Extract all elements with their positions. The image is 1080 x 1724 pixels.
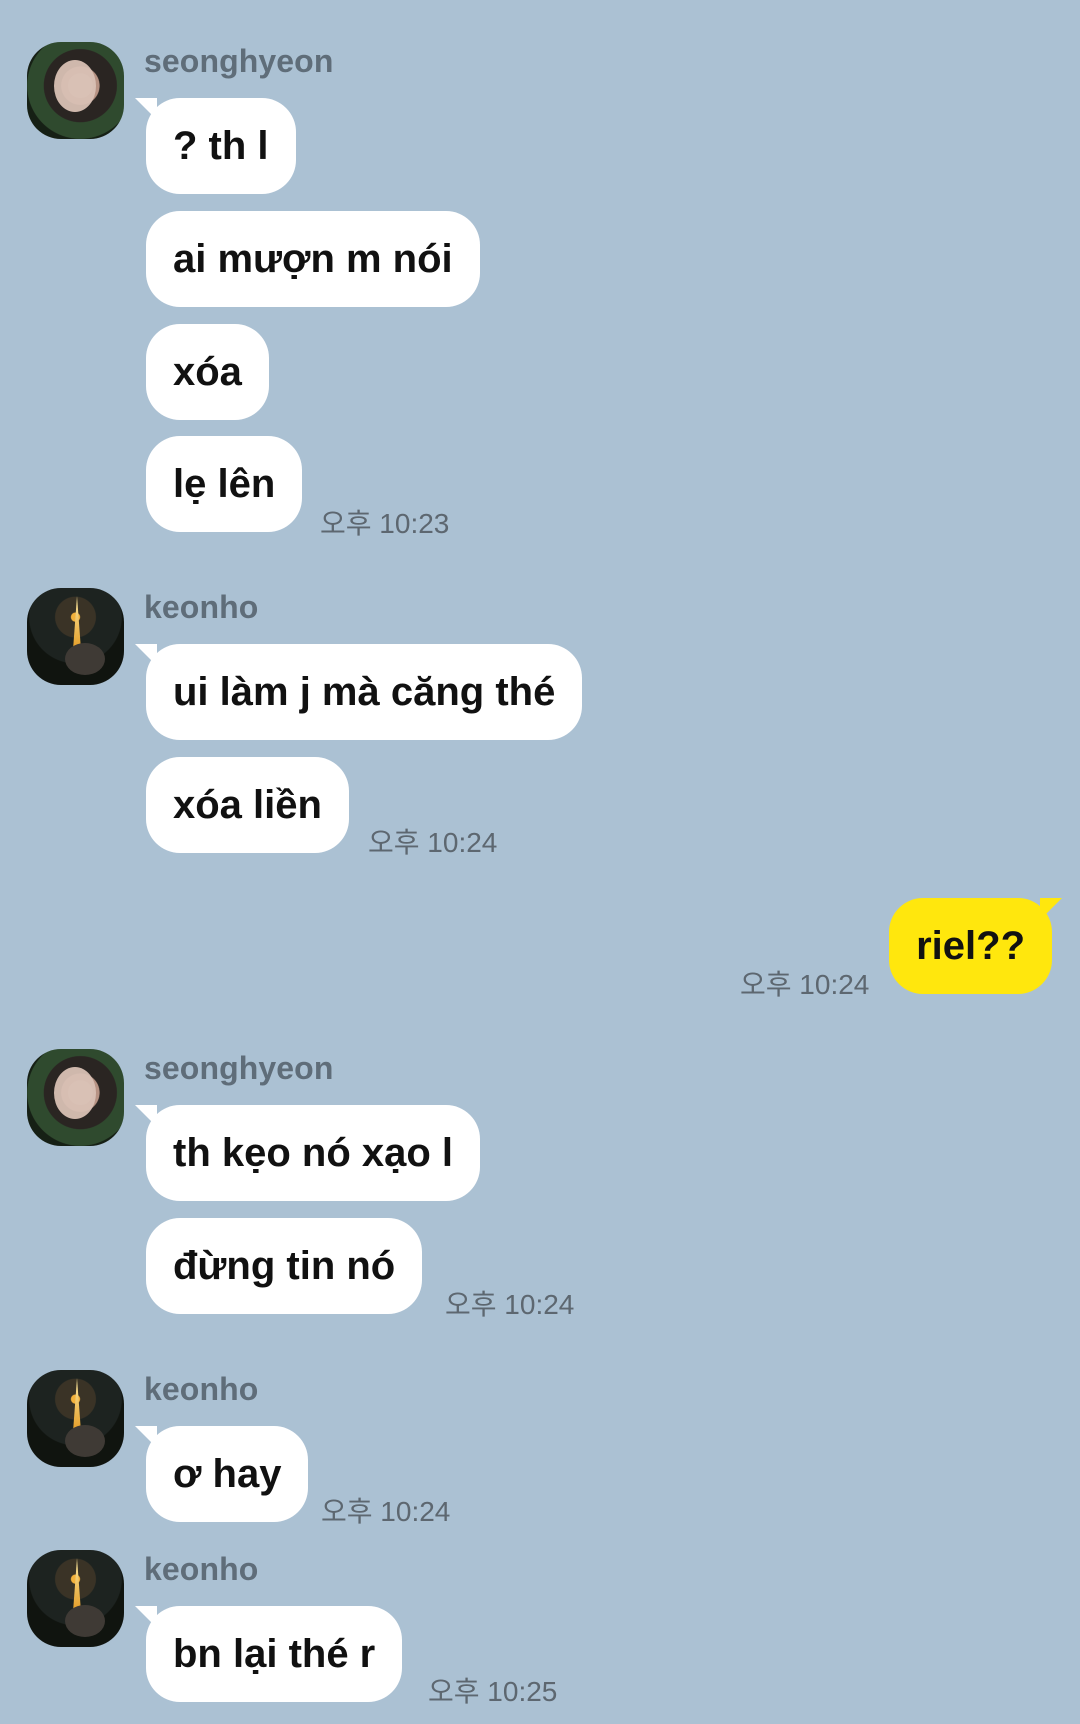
- chat-thread: seonghyeon ? th l ai mượn m nói xóa lẹ l…: [0, 0, 1080, 1724]
- message-group-seonghyeon: seonghyeon th kẹo nó xạo l đừng tin nó 오…: [0, 1049, 1080, 1327]
- avatar[interactable]: [27, 42, 124, 139]
- message-bubble[interactable]: lẹ lên: [146, 436, 303, 532]
- message-bubble[interactable]: đừng tin nó: [146, 1218, 423, 1314]
- message-group-keonho: keonho bn lại thé r 오후 10:25: [0, 1550, 1080, 1707]
- message-bubble[interactable]: ui làm j mà căng thé: [146, 644, 583, 740]
- avatar[interactable]: [27, 1550, 124, 1647]
- profile-photo-head: [65, 1605, 105, 1637]
- message-timestamp: 오후 10:24: [740, 969, 870, 1000]
- message-bubble[interactable]: xóa: [146, 324, 269, 420]
- avatar[interactable]: [27, 1049, 124, 1146]
- message-timestamp: 오후 10:24: [321, 1496, 451, 1527]
- tower-light: [73, 1378, 81, 1432]
- sender-name: seonghyeon: [144, 1050, 334, 1086]
- avatar[interactable]: [27, 588, 124, 685]
- profile-photo-head: [65, 1425, 105, 1457]
- sender-name: keonho: [144, 1371, 259, 1407]
- sender-name: keonho: [144, 1551, 259, 1587]
- profile-photo-head: [65, 643, 105, 675]
- message-bubble[interactable]: bn lại thé r: [146, 1606, 403, 1702]
- message-bubble[interactable]: th kẹo nó xạo l: [146, 1105, 481, 1201]
- message-bubble[interactable]: ? th l: [146, 98, 296, 194]
- sender-name: seonghyeon: [144, 43, 334, 79]
- avatar[interactable]: [27, 1370, 124, 1467]
- tower-light: [73, 596, 81, 650]
- my-message-bubble[interactable]: riel??: [889, 898, 1052, 994]
- profile-photo-face: [54, 1067, 96, 1119]
- message-group-keonho: keonho ơ hay 오후 10:24: [0, 1370, 1080, 1527]
- message-timestamp: 오후 10:25: [428, 1676, 558, 1707]
- message-bubble[interactable]: ơ hay: [146, 1426, 309, 1522]
- message-timestamp: 오후 10:23: [320, 508, 450, 539]
- sender-name: keonho: [144, 589, 259, 625]
- message-group-keonho: keonho ui làm j mà căng thé xóa liền 오후 …: [0, 588, 1080, 858]
- message-group-seonghyeon: seonghyeon ? th l ai mượn m nói xóa lẹ l…: [0, 42, 1080, 542]
- message-bubble[interactable]: xóa liền: [146, 757, 349, 853]
- message-timestamp: 오후 10:24: [445, 1289, 575, 1320]
- profile-photo-face: [54, 60, 96, 112]
- tower-light: [73, 1558, 81, 1612]
- message-timestamp: 오후 10:24: [368, 827, 498, 858]
- message-bubble[interactable]: ai mượn m nói: [146, 211, 480, 307]
